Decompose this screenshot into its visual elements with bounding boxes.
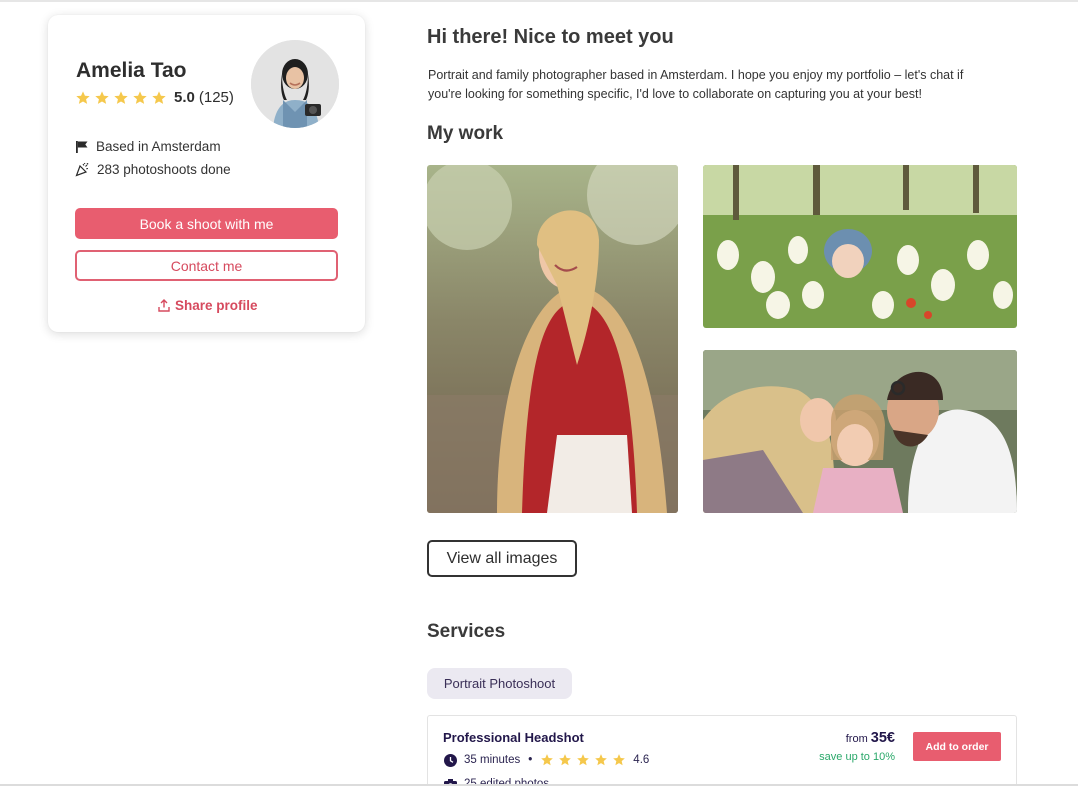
portfolio-photo-baby-tulips[interactable]	[703, 165, 1017, 328]
photographer-name: Amelia Tao	[76, 59, 187, 82]
confetti-icon	[75, 162, 89, 177]
price-savings: save up to 10%	[819, 751, 895, 763]
star-icon	[559, 754, 572, 766]
star-icon	[595, 754, 608, 766]
price-prefix: from	[845, 733, 868, 745]
star-icon	[613, 754, 626, 766]
service-meta: 35 minutes • 4.6	[444, 753, 649, 767]
star-icon	[95, 90, 109, 104]
portfolio-photo-portrait-woman[interactable]	[427, 165, 678, 513]
share-profile-link[interactable]: Share profile	[158, 298, 258, 313]
star-icon	[133, 90, 147, 104]
star-icon	[76, 90, 90, 104]
add-to-order-button[interactable]: Add to order	[913, 732, 1001, 761]
star-icon	[114, 90, 128, 104]
services-heading: Services	[427, 621, 506, 642]
greeting-heading: Hi there! Nice to meet you	[427, 26, 674, 48]
contact-button[interactable]: Contact me	[75, 250, 338, 281]
view-all-images-button[interactable]: View all images	[427, 540, 577, 577]
share-profile-label: Share profile	[175, 298, 258, 313]
service-category-tab[interactable]: Portrait Photoshoot	[427, 668, 572, 699]
my-work-heading: My work	[427, 123, 504, 144]
bio-text: Portrait and family photographer based i…	[428, 68, 964, 101]
photoshoots-row: 283 photoshoots done	[75, 162, 231, 177]
star-icon	[541, 754, 554, 766]
star-icon	[152, 90, 166, 104]
service-card: Professional Headshot 35 minutes • 4.6 2…	[427, 715, 1017, 786]
location-text: Based in Amsterdam	[96, 139, 221, 154]
service-rating: 4.6	[633, 754, 650, 766]
photoshoots-text: 283 photoshoots done	[97, 162, 231, 177]
portfolio-photo-family[interactable]	[703, 350, 1017, 513]
book-shoot-button[interactable]: Book a shoot with me	[75, 208, 338, 239]
service-name: Professional Headshot	[443, 730, 584, 745]
upload-share-icon	[158, 299, 170, 312]
avatar	[251, 40, 339, 128]
profile-rating: 5.0 (125)	[75, 89, 234, 106]
clock-icon	[444, 753, 457, 767]
star-icon	[577, 754, 590, 766]
price-value: 35€	[870, 730, 895, 746]
profile-card: Amelia Tao 5.0 (125) Based in Amsterdam	[48, 15, 365, 332]
service-duration: 35 minutes	[464, 754, 521, 766]
flag-icon	[76, 140, 88, 153]
top-divider	[0, 0, 1078, 2]
separator-dot: •	[528, 754, 533, 766]
location-row: Based in Amsterdam	[75, 139, 221, 154]
service-price: from 35€	[846, 730, 895, 746]
rating-value: 5.0	[174, 89, 195, 106]
review-count: (125)	[198, 89, 234, 106]
